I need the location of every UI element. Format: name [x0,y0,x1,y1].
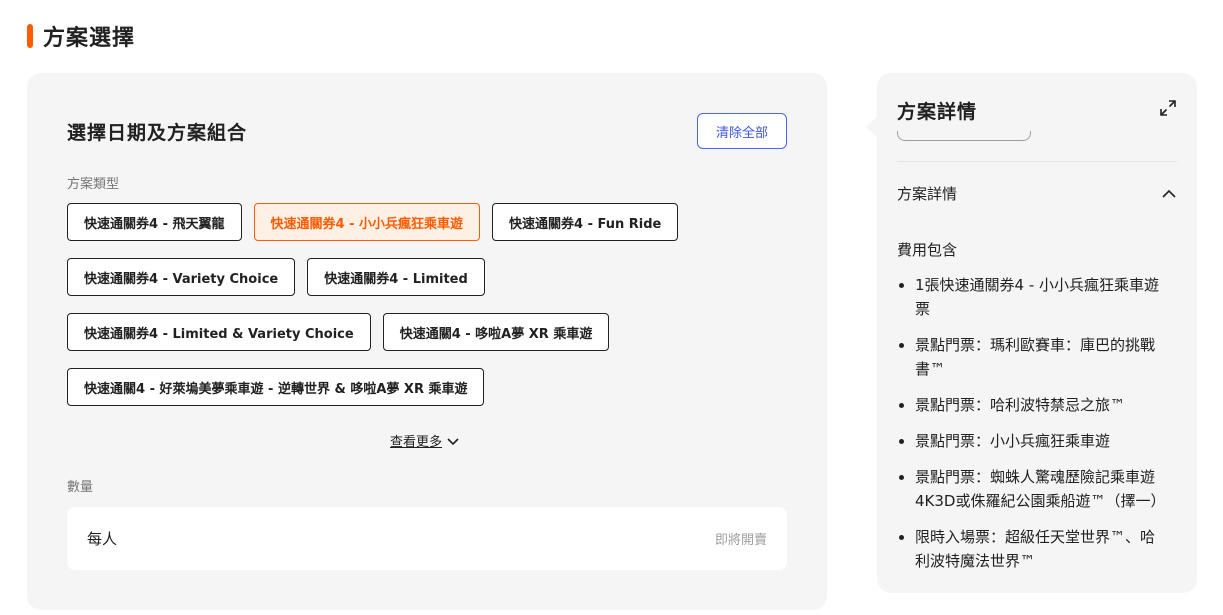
list-item: 限時入場票：超級任天堂世界™、哈利波特魔法世界™ [897,525,1167,573]
clear-all-button[interactable]: 清除全部 [697,113,787,149]
details-divider [897,161,1177,162]
list-item: 景點門票：哈利波特禁忌之旅™ [897,393,1167,417]
list-item: 景點門票：小小兵瘋狂乘車遊 [897,429,1167,453]
show-more-label: 查看更多 [390,435,443,450]
selector-header: 選擇日期及方案組合 清除全部 [67,113,787,149]
package-type-option[interactable]: 快速通關券4 - Fun Ride [492,203,679,241]
chevron-up-icon [1162,189,1176,198]
quantity-row: 每人 即將開賣 [67,507,787,570]
quantity-row-label: 每人 [87,530,118,548]
details-title: 方案詳情 [897,101,978,123]
includes-label: 費用包含 [897,241,958,259]
package-type-option[interactable]: 快速通關券4 - Limited [307,258,485,296]
package-selector-card: 選擇日期及方案組合 清除全部 方案類型 快速通關券4 - 飛天翼龍 快速通關券4 … [27,73,827,610]
package-type-option[interactable]: 快速通關券4 - 飛天翼龍 [67,203,242,241]
package-type-option[interactable]: 快速通關券4 - 小小兵瘋狂乘車遊 [253,203,480,241]
list-item: 景點門票：蜘蛛人驚魂歷險記乘車遊4K3D或侏羅紀公園乘船遊™（擇一） [897,465,1167,513]
package-type-options: 快速通關券4 - 飛天翼龍 快速通關券4 - 小小兵瘋狂乘車遊 快速通關券4 - F… [67,203,787,406]
details-section-label: 方案詳情 [897,185,958,203]
section-header: 方案選擇 [27,20,135,52]
package-type-option[interactable]: 快速通關4 - 好萊塢美夢乘車遊 - 逆轉世界 & 哆啦A夢 XR 乘車遊 [67,368,485,406]
list-item: 1張快速通關券4 - 小小兵瘋狂乘車遊票 [897,273,1167,321]
details-tab-stub [897,131,1031,141]
show-more-link[interactable]: 查看更多 [390,431,460,450]
section-title: 方案選擇 [43,26,136,51]
quantity-label: 數量 [67,480,94,495]
list-item: 景點門票：瑪利歐賽車：庫巴的挑戰書™ [897,333,1167,381]
package-type-option[interactable]: 快速通關券4 - Limited & Variety Choice [67,313,371,351]
section-accent-bar [27,24,33,48]
expand-icon[interactable] [1159,99,1177,117]
package-type-option[interactable]: 快速通關4 - 哆啦A夢 XR 乘車遊 [382,313,610,351]
package-type-option[interactable]: 快速通關券4 - Variety Choice [67,258,296,296]
includes-list: 1張快速通關券4 - 小小兵瘋狂乘車遊票 景點門票：瑪利歐賽車：庫巴的挑戰書™ 景點… [897,273,1167,585]
chevron-down-icon [447,437,459,445]
details-accordion-toggle[interactable]: 方案詳情 [897,183,1177,204]
package-type-label: 方案類型 [67,177,120,192]
package-details-panel: 方案詳情 方案詳情 費用包含 1張快速通關券4 - 小小兵瘋狂乘車遊票 景點門票：… [877,73,1197,593]
selector-title: 選擇日期及方案組合 [67,121,248,144]
sale-status: 即將開賣 [714,533,767,548]
